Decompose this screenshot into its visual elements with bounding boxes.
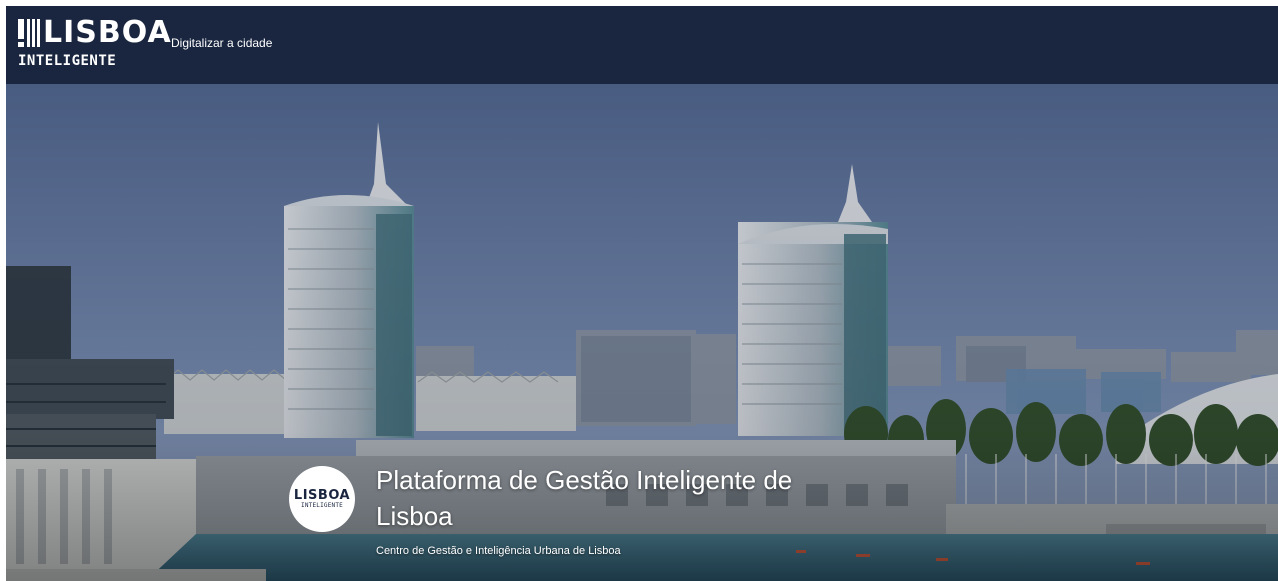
top-navbar: LISBOA INTELIGENTE Digitalizar a cidade bbox=[6, 6, 1278, 84]
hero-subtitle: Centro de Gestão e Inteligência Urbana d… bbox=[376, 545, 621, 557]
logo-exclamation-icon bbox=[18, 19, 24, 47]
hero-logo-sub-text: INTELIGENTE bbox=[301, 501, 343, 509]
page-frame: LISBOA INTELIGENTE Digitalizar a cidade bbox=[6, 6, 1278, 581]
logo-sub-text: INTELIGENTE bbox=[18, 53, 117, 69]
lisboa-inteligente-logo[interactable]: LISBOA INTELIGENTE bbox=[18, 18, 171, 72]
hero-title: Plataforma de Gestão Inteligente de Lisb… bbox=[376, 465, 793, 531]
hero-logo-main-text: LISBOA bbox=[293, 487, 351, 503]
logo-wordmark: LISBOA bbox=[18, 18, 171, 48]
hero-logo-badge: LISBOA INTELIGENTE bbox=[289, 466, 355, 532]
logo-main-text: LISBOA bbox=[43, 15, 172, 50]
logo-bars-icon bbox=[27, 19, 40, 47]
hero-banner: LISBOA INTELIGENTE Plataforma de Gestão … bbox=[6, 84, 1278, 581]
nav-link-digitalizar[interactable]: Digitalizar a cidade bbox=[171, 36, 272, 50]
